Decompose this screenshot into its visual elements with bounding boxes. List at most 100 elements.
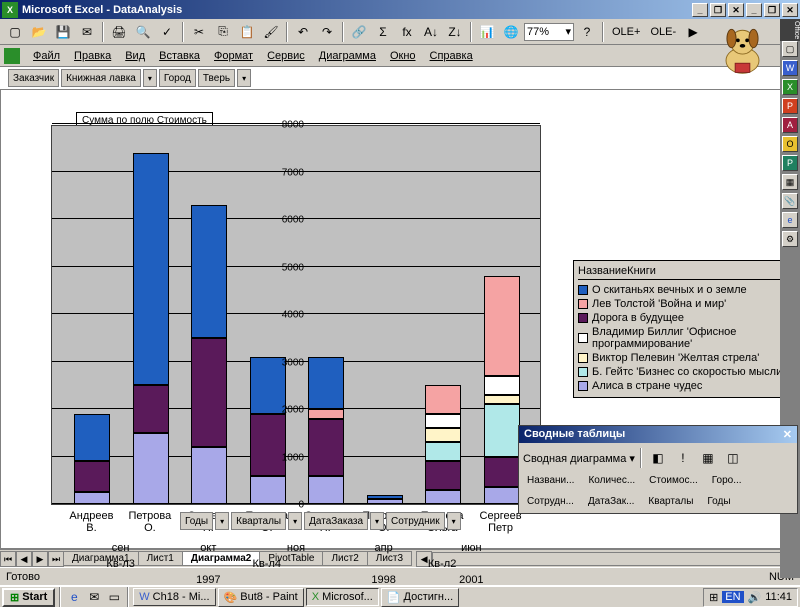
side-frontpage-icon[interactable]: ▦ — [782, 174, 798, 190]
side-binder-icon[interactable]: 📎 — [782, 193, 798, 209]
side-ie-icon[interactable]: e — [782, 212, 798, 228]
filter-customer-value[interactable]: Книжная лавка — [61, 69, 141, 87]
sort-desc-icon[interactable]: Z↓ — [444, 21, 466, 43]
pivot-refresh-icon[interactable]: ! — [672, 447, 694, 469]
filter-years-dropdown[interactable]: ▾ — [215, 512, 229, 530]
menu-help[interactable]: Справка — [423, 48, 480, 64]
menu-edit[interactable]: Правка — [67, 48, 118, 64]
open-icon[interactable]: 📂 — [28, 21, 50, 43]
map-icon[interactable]: 🌐 — [500, 21, 522, 43]
menu-insert[interactable]: Вставка — [152, 48, 207, 64]
side-word-icon[interactable]: W — [782, 60, 798, 76]
side-ppt-icon[interactable]: P — [782, 98, 798, 114]
filter-quarters-dropdown[interactable]: ▾ — [288, 512, 302, 530]
menu-file[interactable]: Файл — [26, 48, 67, 64]
menu-tools[interactable]: Сервис — [260, 48, 312, 64]
office-tab[interactable]: Office — [780, 19, 800, 41]
link-icon[interactable]: 🔗 — [348, 21, 370, 43]
quick-outlook-icon[interactable]: ✉ — [85, 588, 103, 606]
print-icon[interactable]: 🖨 — [108, 21, 130, 43]
close-button[interactable]: ✕ — [728, 3, 744, 17]
side-new-icon[interactable]: ▢ — [782, 41, 798, 57]
legend-item[interactable]: Б. Гейтс 'Бизнес со скоростью мысли' — [578, 365, 786, 379]
legend-item[interactable]: Лев Толстой 'Война и мир' — [578, 297, 786, 311]
pivot-field[interactable]: Количес... — [584, 473, 639, 488]
copy-icon[interactable]: ⎘ — [212, 21, 234, 43]
format-painter-icon[interactable]: 🖌 — [260, 21, 282, 43]
legend-item[interactable]: Владимир Биллиг 'Офисное программировани… — [578, 325, 786, 351]
legend-item[interactable]: О скитаньях вечных и о земле — [578, 283, 786, 297]
filter-city-value[interactable]: Тверь — [198, 69, 235, 87]
filter-orderdate[interactable]: ДатаЗаказа — [304, 512, 368, 530]
doc-minimize-button[interactable]: _ — [746, 3, 762, 17]
pivot-field[interactable]: Стоимос... — [645, 473, 702, 488]
side-tools-icon[interactable]: ⚙ — [782, 231, 798, 247]
filter-years[interactable]: Годы — [180, 512, 213, 530]
menu-window[interactable]: Окно — [383, 48, 423, 64]
side-publisher-icon[interactable]: P — [782, 155, 798, 171]
pivot-field[interactable]: ДатаЗак... — [584, 494, 638, 509]
tab-nav-last[interactable]: ⏭ — [48, 551, 64, 567]
doc-restore-button[interactable]: ❐ — [764, 3, 780, 17]
legend[interactable]: НазваниеКниги О скитаньях вечных и о зем… — [573, 260, 791, 398]
chart-icon[interactable]: 📊 — [476, 21, 498, 43]
pivot-field[interactable]: Сотрудн... — [523, 494, 578, 509]
zoom-combo[interactable]: 77%▾ — [524, 23, 574, 41]
filter-employee[interactable]: Сотрудник — [386, 512, 445, 530]
new-icon[interactable]: ▢ — [4, 21, 26, 43]
doc-close-button[interactable]: ✕ — [782, 3, 798, 17]
vba-icon[interactable]: ▶ — [682, 21, 704, 43]
pivot-toolbar-panel[interactable]: Сводные таблицы✕ Сводная диаграмма ▾ ◧ !… — [518, 425, 798, 514]
legend-item[interactable]: Алиса в стране чудес — [578, 379, 786, 393]
pivot-field-icon[interactable]: ▦ — [697, 447, 719, 469]
menu-diagram[interactable]: Диаграмма — [312, 48, 383, 64]
fx-icon[interactable]: fx — [396, 21, 418, 43]
legend-item[interactable]: Дорога в будущее — [578, 311, 786, 325]
sort-asc-icon[interactable]: A↓ — [420, 21, 442, 43]
task-excel[interactable]: XMicrosof... — [306, 588, 379, 606]
side-outlook-icon[interactable]: O — [782, 136, 798, 152]
pivot-field[interactable]: Годы — [703, 494, 753, 509]
minimize-button[interactable]: _ — [692, 3, 708, 17]
app-menu-icon[interactable] — [4, 48, 20, 64]
filter-orderdate-dropdown[interactable]: ▾ — [370, 512, 384, 530]
task-other[interactable]: 📄Достигн... — [381, 588, 459, 607]
filter-customer-dropdown[interactable]: ▾ — [143, 69, 157, 87]
task-word[interactable]: WCh18 - Mi... — [133, 588, 215, 606]
restore-button[interactable]: ❐ — [710, 3, 726, 17]
ole-plus-button[interactable]: OLE+ — [608, 26, 644, 38]
pivot-panel-header[interactable]: Сводные таблицы✕ — [519, 426, 797, 443]
task-paint[interactable]: 🎨But8 - Paint — [218, 588, 304, 607]
undo-icon[interactable]: ↶ — [292, 21, 314, 43]
quick-ie-icon[interactable]: e — [65, 588, 83, 606]
save-icon[interactable]: 💾 — [52, 21, 74, 43]
help-icon[interactable]: ? — [576, 21, 598, 43]
tab-nav-next[interactable]: ▶ — [32, 551, 48, 567]
pivot-wizard-icon[interactable]: ◧ — [647, 447, 669, 469]
pivot-close-icon[interactable]: ✕ — [783, 428, 792, 441]
spell-icon[interactable]: ✓ — [156, 21, 178, 43]
ole-minus-button[interactable]: OLE- — [646, 26, 680, 38]
pivot-chart-menu[interactable]: Сводная диаграмма ▾ — [523, 452, 635, 465]
filter-employee-dropdown[interactable]: ▾ — [447, 512, 461, 530]
redo-icon[interactable]: ↷ — [316, 21, 338, 43]
pivot-field[interactable]: Кварталы — [644, 494, 697, 509]
side-access-icon[interactable]: A — [782, 117, 798, 133]
tray-icon[interactable]: ⊞ — [709, 591, 718, 604]
system-tray[interactable]: ⊞ EN 🔊 11:41 — [703, 588, 798, 607]
mail-icon[interactable]: ✉ — [76, 21, 98, 43]
pivot-hide-icon[interactable]: ◫ — [722, 447, 744, 469]
start-button[interactable]: ⊞Start — [2, 588, 55, 607]
paste-icon[interactable]: 📋 — [236, 21, 258, 43]
menu-format[interactable]: Формат — [207, 48, 260, 64]
filter-city-dropdown[interactable]: ▾ — [237, 69, 251, 87]
tab-nav-prev[interactable]: ◀ — [16, 551, 32, 567]
quick-desktop-icon[interactable]: ▭ — [105, 588, 123, 606]
sum-icon[interactable]: Σ — [372, 21, 394, 43]
tray-lang[interactable]: EN — [722, 591, 743, 603]
office-assistant-dog-icon[interactable] — [715, 22, 770, 77]
tray-vol-icon[interactable]: 🔊 — [748, 591, 762, 604]
menu-view[interactable]: Вид — [118, 48, 152, 64]
legend-item[interactable]: Виктор Пелевин 'Желтая стрела' — [578, 351, 786, 365]
preview-icon[interactable]: 🔍 — [132, 21, 154, 43]
